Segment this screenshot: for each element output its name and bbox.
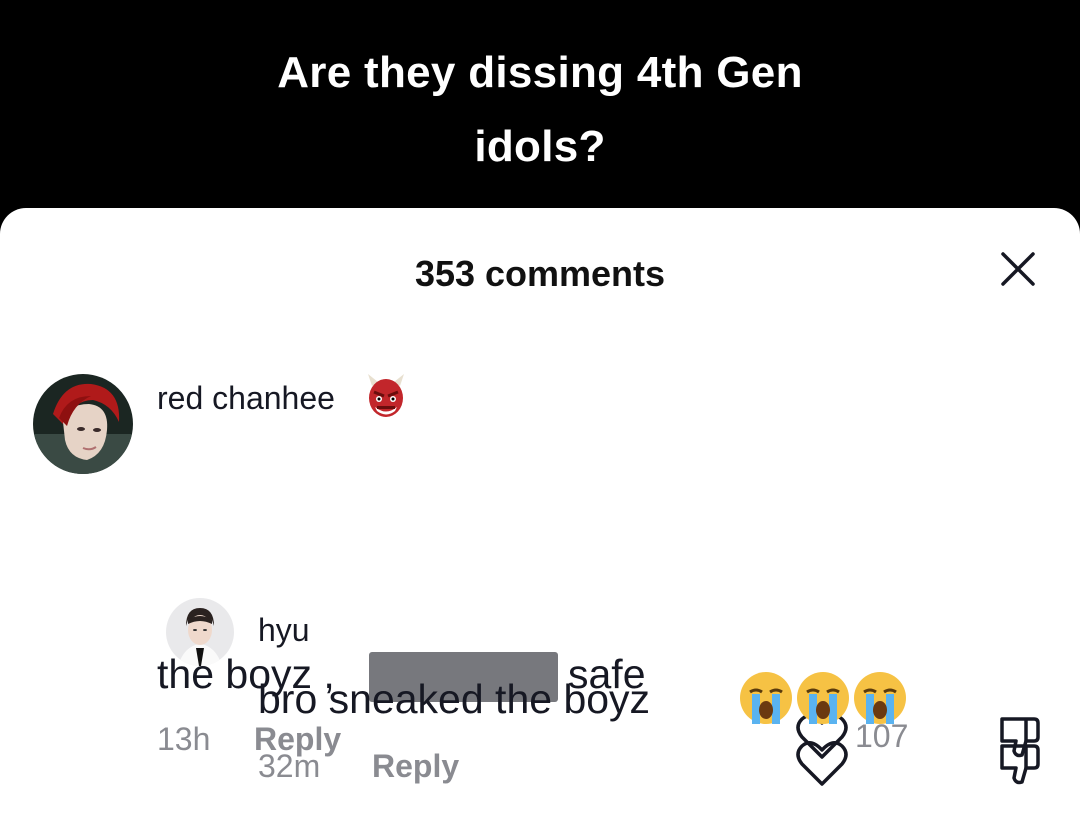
reply-username[interactable]: hyu <box>258 612 310 649</box>
reply-button[interactable]: Reply <box>372 748 459 785</box>
comments-count-title: 353 comments <box>414 253 666 294</box>
avatar[interactable] <box>166 598 234 666</box>
ogre-emoji-icon <box>366 374 406 425</box>
close-icon[interactable] <box>995 246 1041 292</box>
loudly-crying-face-icon <box>852 670 908 731</box>
heart-icon[interactable] <box>796 740 848 793</box>
reply-text: bro sneaked the boyz <box>258 676 651 722</box>
caption-line-1: Are they dissing 4th Gen <box>277 48 803 97</box>
video-caption: Are they dissing 4th Gen idols? <box>0 0 1080 215</box>
dislike-icon[interactable] <box>996 740 1044 793</box>
comment-username[interactable]: red chanhee <box>157 380 335 417</box>
loudly-crying-face-icon <box>795 670 851 731</box>
loudly-crying-face-icon <box>738 670 794 731</box>
comment-timestamp: 13h <box>157 721 211 757</box>
caption-line-2: idols? <box>474 122 606 171</box>
avatar[interactable] <box>33 374 133 474</box>
comments-sheet: 353 comments red chanhee the boyz , safe… <box>0 208 1080 828</box>
reply-timestamp: 32m <box>258 748 321 784</box>
